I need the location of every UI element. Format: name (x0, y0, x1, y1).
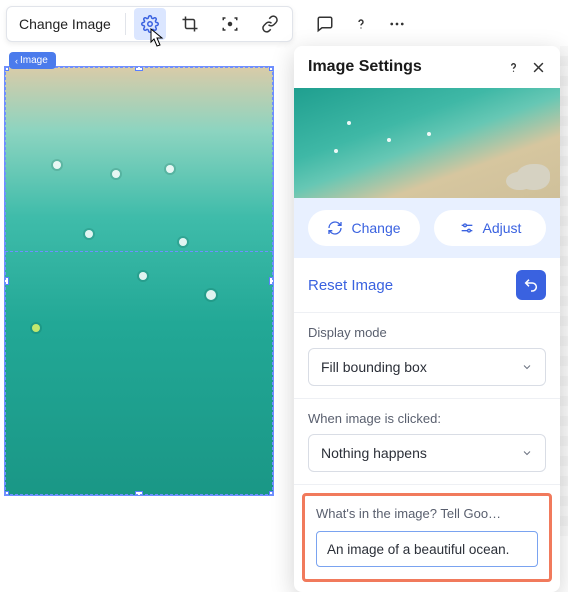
panel-close-button[interactable] (531, 60, 546, 75)
resize-handle[interactable] (269, 277, 274, 285)
help-icon (353, 16, 369, 32)
comment-icon (316, 15, 334, 33)
resize-handle[interactable] (4, 66, 9, 71)
settings-button[interactable] (134, 8, 166, 40)
canvas-image[interactable] (4, 66, 274, 496)
display-mode-label: Display mode (308, 325, 546, 340)
crop-button[interactable] (174, 8, 206, 40)
panel-title: Image Settings (308, 58, 422, 76)
reset-image-button[interactable]: Reset Image (308, 277, 393, 294)
resize-handle[interactable] (4, 277, 9, 285)
change-button-label: Change (351, 220, 400, 236)
element-label-image[interactable]: ‹ Image (9, 52, 56, 69)
resize-handle[interactable] (4, 491, 9, 496)
chevron-down-icon (521, 447, 533, 459)
click-action-section: When image is clicked: Nothing happens (294, 399, 560, 485)
resize-handle[interactable] (269, 66, 274, 71)
focal-point-button[interactable] (214, 8, 246, 40)
link-button[interactable] (254, 8, 286, 40)
display-mode-section: Display mode Fill bounding box (294, 313, 560, 399)
click-action-label: When image is clicked: (308, 411, 546, 426)
alt-text-section: What's in the image? Tell Goo… (294, 485, 560, 592)
change-button[interactable]: Change (308, 210, 420, 246)
resize-handle[interactable] (269, 491, 274, 496)
panel-header: Image Settings (294, 46, 560, 88)
comments-button[interactable] (308, 8, 342, 40)
display-mode-select[interactable]: Fill bounding box (308, 348, 546, 386)
panel-thumbnail (294, 88, 560, 198)
more-icon (388, 15, 406, 33)
panel-help-button[interactable] (506, 60, 521, 75)
adjust-button-label: Adjust (483, 220, 522, 236)
undo-button[interactable] (516, 270, 546, 300)
chevron-down-icon (521, 361, 533, 373)
undo-icon (523, 277, 539, 293)
element-label-text: Image (20, 55, 48, 66)
edge-strip (560, 46, 568, 536)
focus-icon (221, 15, 239, 33)
display-mode-value: Fill bounding box (321, 359, 427, 375)
chevron-left-icon: ‹ (15, 56, 18, 66)
alt-text-highlight: What's in the image? Tell Goo… (302, 493, 552, 582)
reset-row: Reset Image (294, 258, 560, 313)
secondary-toolbar (308, 6, 414, 42)
panel-action-row: Change Adjust (294, 198, 560, 258)
more-button[interactable] (380, 8, 414, 40)
alt-text-label: What's in the image? Tell Goo… (316, 506, 538, 521)
alt-text-input[interactable] (316, 531, 538, 567)
adjust-button[interactable]: Adjust (434, 210, 546, 246)
click-action-value: Nothing happens (321, 445, 427, 461)
link-icon (261, 15, 279, 33)
gear-icon (141, 15, 159, 33)
refresh-icon (327, 220, 343, 236)
image-toolbar: Change Image (6, 6, 293, 42)
sliders-icon (459, 220, 475, 236)
click-action-select[interactable]: Nothing happens (308, 434, 546, 472)
resize-handle[interactable] (135, 66, 143, 71)
crop-icon (181, 15, 199, 33)
resize-handle[interactable] (135, 491, 143, 496)
image-settings-panel: Image Settings Change Adjust (294, 46, 560, 592)
help-button[interactable] (344, 8, 378, 40)
change-image-button[interactable]: Change Image (13, 16, 117, 32)
toolbar-separator (125, 13, 126, 35)
